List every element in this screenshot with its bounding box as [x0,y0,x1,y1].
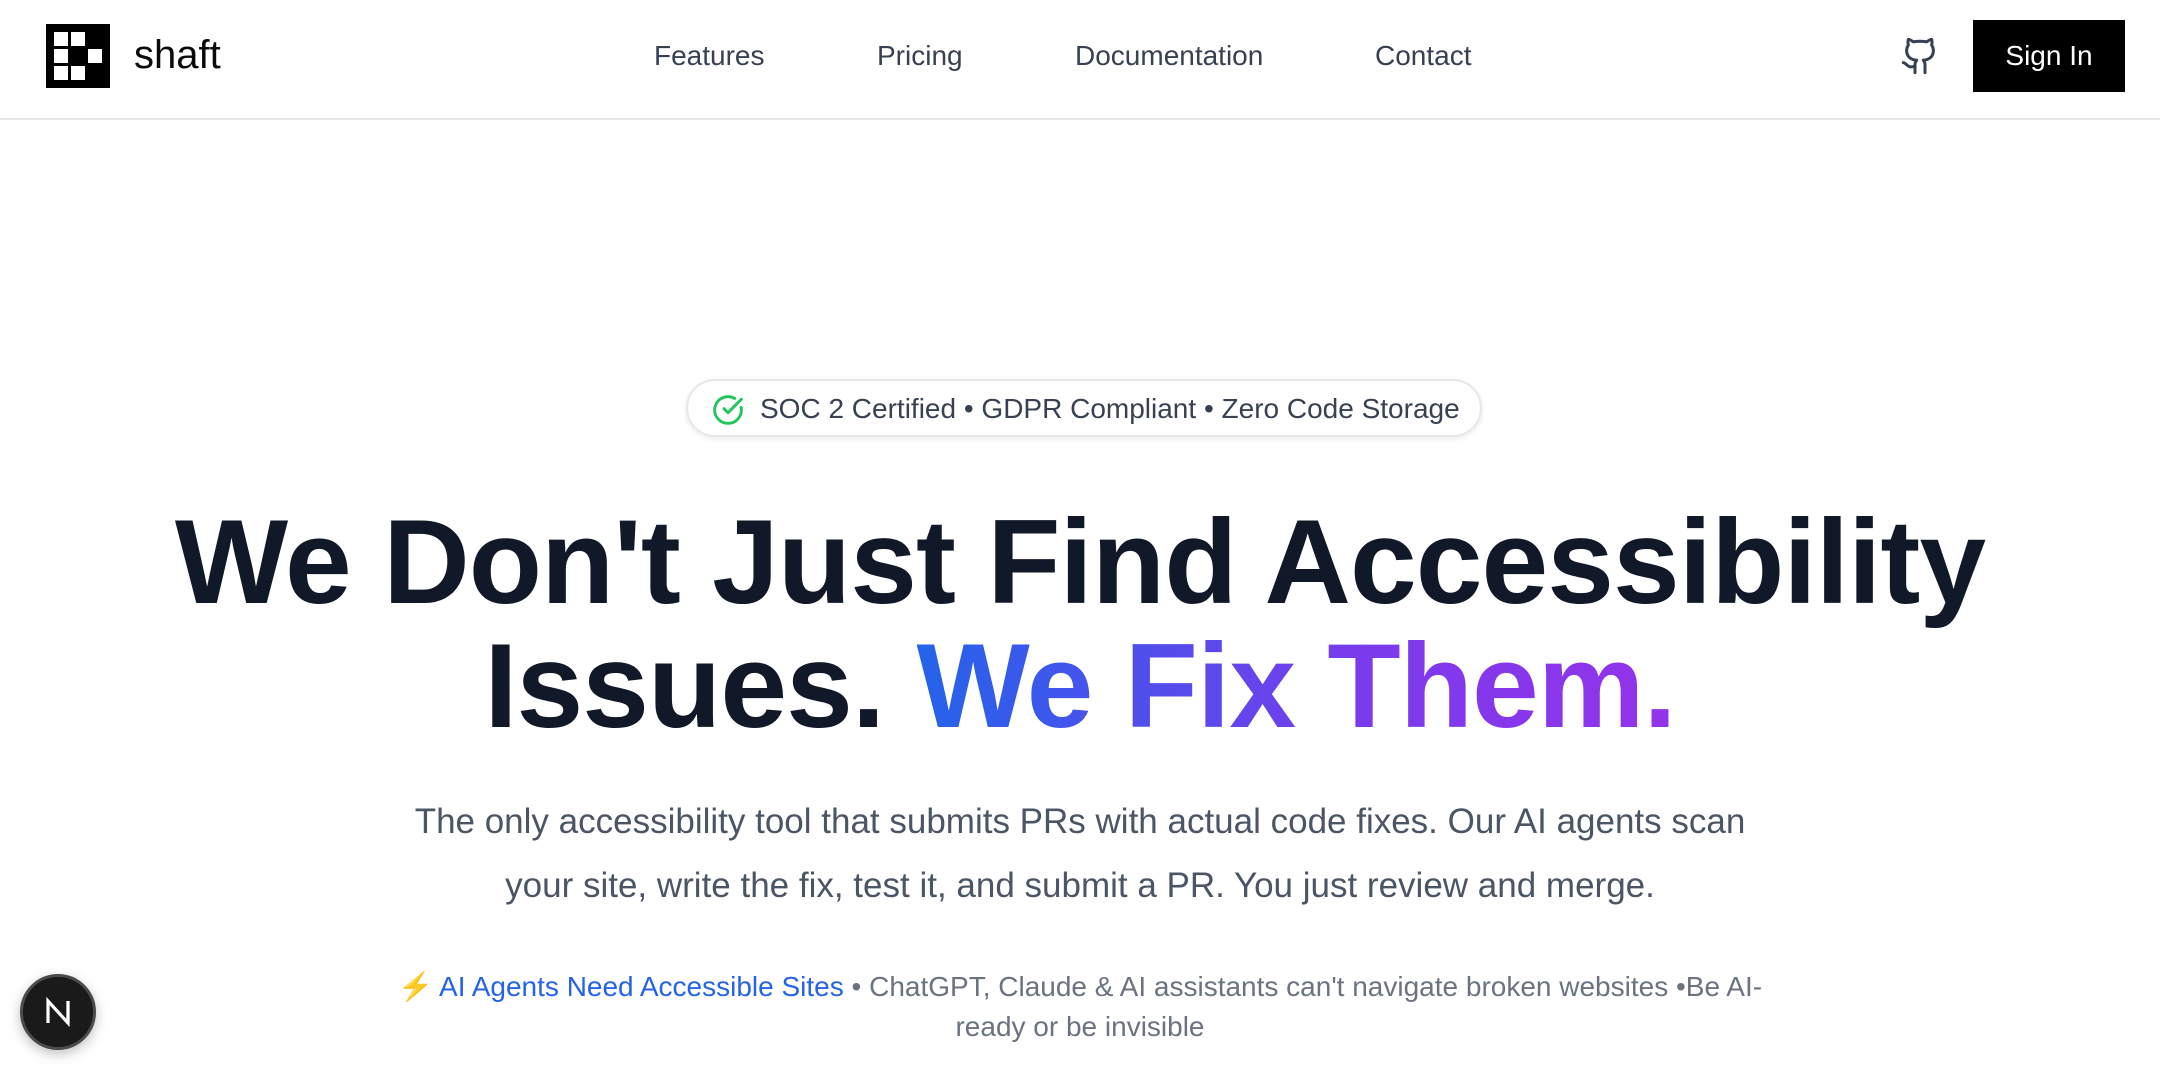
landing-page: shaft Features Pricing Documentation Con… [0,0,2160,1070]
check-circle-icon [713,395,743,425]
nextjs-n-icon [46,996,70,1028]
nav-pricing[interactable]: Pricing [877,36,963,76]
ai-agents-link[interactable]: AI Agents Need Accessible Sites [439,971,844,1002]
checker-logo-icon[interactable] [46,24,110,88]
badge-text: SOC 2 Certified • GDPR Compliant • Zero … [760,393,1460,424]
sign-in-button[interactable]: Sign In [1973,20,2125,92]
hero-heading-line-2: Issues. We Fix Them. [0,624,2160,748]
hero-heading-plain: Issues. [484,619,917,753]
github-icon[interactable] [1900,36,1940,76]
compliance-badge: SOC 2 Certified • GDPR Compliant • Zero … [686,379,1482,437]
ai-notice: ⚡ AI Agents Need Accessible Sites • Chat… [380,967,1780,1047]
nav-contact[interactable]: Contact [1375,36,1472,76]
top-navbar: shaft Features Pricing Documentation Con… [0,0,2160,120]
ai-notice-text: • ChatGPT, Claude & AI assistants can't … [843,971,1763,1042]
hero-subtitle: The only accessibility tool that submits… [414,802,1746,905]
hero-heading-line-1: We Don't Just Find Accessibility [174,495,1986,629]
nextjs-dev-tools-button[interactable] [20,974,96,1050]
hero-heading: We Don't Just Find Accessibility Issues.… [0,500,2160,748]
hero-heading-highlight: We Fix Them. [916,619,1677,753]
nav-documentation[interactable]: Documentation [1075,36,1263,76]
nav-features[interactable]: Features [654,36,765,76]
brand-name[interactable]: shaft [134,30,221,80]
lightning-icon: ⚡ [397,971,433,1002]
